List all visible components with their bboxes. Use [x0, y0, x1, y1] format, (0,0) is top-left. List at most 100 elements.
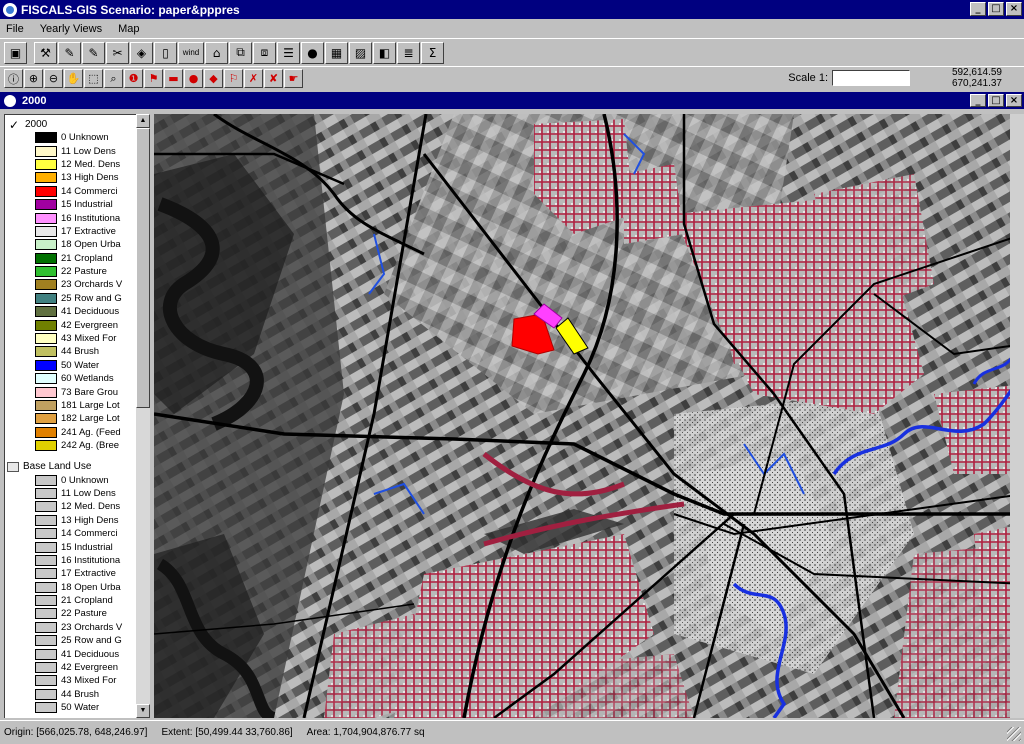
legend-item[interactable]: 25 Row and G — [5, 634, 150, 647]
resize-grip-icon[interactable] — [1007, 727, 1021, 741]
close-button[interactable]: × — [1006, 2, 1022, 16]
wind-icon[interactable]: wind — [178, 41, 204, 64]
legend-item[interactable]: 60 Wetlands — [5, 372, 150, 385]
ruler-icon[interactable]: ✂ — [106, 41, 129, 64]
legend-item[interactable]: 25 Row and G — [5, 292, 150, 305]
page-icon[interactable]: ▯ — [154, 41, 177, 64]
legend-item[interactable]: 15 Industrial — [5, 198, 150, 211]
rectangle-icon[interactable]: ▬ — [164, 69, 183, 88]
legend-item[interactable]: 22 Pasture — [5, 607, 150, 620]
edit-up-icon[interactable]: ✎ — [82, 41, 105, 64]
legend-item[interactable]: 182 Large Lot — [5, 412, 150, 425]
layer-icon[interactable] — [7, 461, 19, 472]
legend-item[interactable]: 242 Ag. (Bree — [5, 439, 150, 452]
hatch-icon[interactable]: ▨ — [349, 41, 372, 64]
legend-item[interactable]: 14 Commerci — [5, 527, 150, 540]
info-icon[interactable]: ⓘ — [4, 69, 23, 88]
legend-group-base[interactable]: Base Land Use — [5, 460, 150, 473]
legend-item[interactable]: 50 Water — [5, 359, 150, 372]
legend-item[interactable]: 22 Pasture — [5, 265, 150, 278]
shape-icon[interactable]: ◧ — [373, 41, 396, 64]
menu-map[interactable]: Map — [118, 23, 139, 35]
legend-item[interactable]: 21 Cropland — [5, 594, 150, 607]
legend-item[interactable]: 13 High Dens — [5, 171, 150, 184]
legend-scrollbar[interactable]: ▲ ▼ — [136, 114, 150, 718]
legend-item[interactable]: 43 Mixed For — [5, 674, 150, 687]
legend-item[interactable]: 0 Unknown — [5, 473, 150, 486]
stack-icon[interactable]: ≣ — [397, 41, 420, 64]
legend-item[interactable]: 181 Large Lot — [5, 399, 150, 412]
legend-item[interactable]: 17 Extractive — [5, 225, 150, 238]
alert-icon[interactable]: ❶ — [124, 69, 143, 88]
legend-item[interactable]: 23 Orchards V — [5, 278, 150, 291]
legend-item[interactable]: 0 Unknown — [5, 131, 150, 144]
zoom-out-icon[interactable]: ⊖ — [44, 69, 63, 88]
legend-item[interactable]: 23 Orchards V — [5, 621, 150, 634]
zoom-select-icon[interactable]: ⌕ — [104, 69, 123, 88]
legend-label: 21 Cropland — [61, 252, 113, 264]
delete-icon[interactable]: ✗ — [244, 69, 263, 88]
grid-icon[interactable]: ▦ — [325, 41, 348, 64]
checkmark-icon[interactable]: ✓ — [7, 118, 21, 132]
map-minimize-button[interactable]: _ — [970, 94, 986, 107]
flag-icon[interactable]: ⚑ — [144, 69, 163, 88]
legend-item[interactable]: 11 Low Dens — [5, 487, 150, 500]
map-canvas[interactable] — [154, 114, 1024, 718]
polygon-icon[interactable]: ◆ — [204, 69, 223, 88]
legend-group-2000[interactable]: ✓ 2000 — [5, 118, 150, 132]
legend-item[interactable]: 44 Brush — [5, 345, 150, 358]
legend-item[interactable]: 16 Institutiona — [5, 554, 150, 567]
circle-icon[interactable]: ● — [184, 69, 203, 88]
maximize-button[interactable]: □ — [988, 2, 1004, 16]
legend-item[interactable]: 18 Open Urba — [5, 238, 150, 251]
legend-item[interactable]: 241 Ag. (Feed — [5, 426, 150, 439]
legend-item[interactable]: 16 Institutiona — [5, 211, 150, 224]
delete-all-icon[interactable]: ✘ — [264, 69, 283, 88]
sum-icon[interactable]: Σ — [421, 41, 444, 64]
open-folder-icon[interactable]: ⌂ — [205, 41, 228, 64]
legend-item[interactable]: 44 Brush — [5, 688, 150, 701]
legend-item[interactable]: 14 Commerci — [5, 185, 150, 198]
scroll-thumb[interactable] — [136, 128, 150, 408]
map-maximize-button[interactable]: □ — [988, 94, 1004, 107]
satellite-map[interactable] — [154, 114, 1024, 718]
legend-item[interactable]: 41 Deciduous — [5, 305, 150, 318]
hand-point-icon[interactable]: ☛ — [284, 69, 303, 88]
legend-item[interactable]: 13 High Dens — [5, 514, 150, 527]
map-window-titlebar[interactable]: 2000 _ □ × — [0, 92, 1024, 109]
legend-item[interactable]: 17 Extractive — [5, 567, 150, 580]
legend-item[interactable]: 43 Mixed For — [5, 332, 150, 345]
menu-yearly-views[interactable]: Yearly Views — [40, 23, 102, 35]
hammer-icon[interactable]: ⚒ — [34, 41, 57, 64]
legend-item[interactable]: 12 Med. Dens — [5, 158, 150, 171]
paste-icon[interactable]: ⧈ — [253, 41, 276, 64]
minimize-button[interactable]: _ — [970, 2, 986, 16]
zoom-in-icon[interactable]: ⊕ — [24, 69, 43, 88]
legend-item[interactable]: 21 Cropland — [5, 252, 150, 265]
legend-item[interactable]: 50 Water — [5, 701, 150, 714]
pan-hand-icon[interactable]: ✋ — [64, 69, 83, 88]
back-icon[interactable]: ◈ — [130, 41, 153, 64]
list-icon[interactable]: ☰ — [277, 41, 300, 64]
legend-item[interactable]: 42 Evergreen — [5, 661, 150, 674]
map-scrollbar[interactable] — [1010, 114, 1024, 718]
select-box-icon[interactable]: ⬚ — [84, 69, 103, 88]
blob-icon[interactable]: ● — [301, 41, 324, 64]
legend-item[interactable]: 18 Open Urba — [5, 581, 150, 594]
flag-edit-icon[interactable]: ⚐ — [224, 69, 243, 88]
scroll-down-icon[interactable]: ▼ — [136, 704, 150, 718]
scale-input[interactable] — [832, 70, 910, 86]
legend-item[interactable]: 42 Evergreen — [5, 318, 150, 331]
legend-item[interactable]: 73 Bare Grou — [5, 385, 150, 398]
save-icon[interactable]: ▣ — [4, 41, 27, 64]
app-titlebar[interactable]: FISCALS-GIS Scenario: paper&pppres _ □ × — [0, 0, 1024, 19]
menu-file[interactable]: File — [6, 23, 24, 35]
legend-item[interactable]: 12 Med. Dens — [5, 500, 150, 513]
scroll-up-icon[interactable]: ▲ — [136, 114, 150, 128]
map-close-button[interactable]: × — [1006, 94, 1022, 107]
legend-item[interactable]: 11 Low Dens — [5, 144, 150, 157]
edit-down-icon[interactable]: ✎ — [58, 41, 81, 64]
legend-item[interactable]: 41 Deciduous — [5, 647, 150, 660]
legend-item[interactable]: 15 Industrial — [5, 540, 150, 553]
copy-icon[interactable]: ⧉ — [229, 41, 252, 64]
